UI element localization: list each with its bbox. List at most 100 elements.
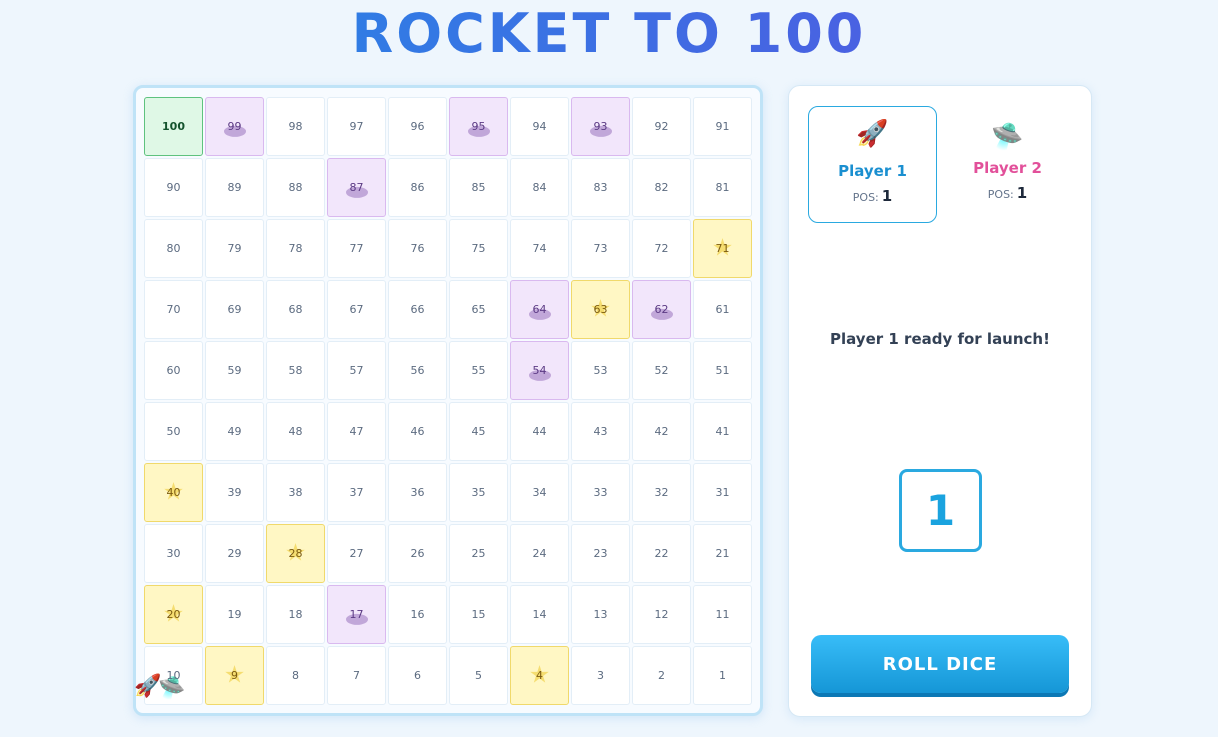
player-1-name: Player 1 [838, 162, 907, 180]
player-1-card: 🚀 Player 1 POS: 1 [808, 106, 937, 223]
cell-number: 88 [288, 181, 303, 194]
cell-number: 34 [532, 486, 547, 499]
board-cell-15: 15 [449, 585, 508, 644]
cell-number: 67 [349, 303, 364, 316]
board-cell-49: 49 [205, 402, 264, 461]
board-cell-37: 37 [327, 463, 386, 522]
cell-number: 17 [349, 608, 364, 621]
rocket-icon: 🚀 [856, 119, 889, 149]
board-cell-67: 67 [327, 280, 386, 339]
board-cell-32: 32 [632, 463, 691, 522]
cell-number: 12 [654, 608, 669, 621]
board-cell-36: 36 [388, 463, 447, 522]
cell-number: 94 [532, 120, 547, 133]
cell-number: 32 [654, 486, 669, 499]
cell-number: 63 [593, 303, 608, 316]
board-cell-63: ★ 63 [571, 280, 630, 339]
board-cell-54: 54 [510, 341, 569, 400]
board-cell-59: 59 [205, 341, 264, 400]
cell-number: 99 [227, 120, 242, 133]
board-cell-48: 48 [266, 402, 325, 461]
board-cell-52: 52 [632, 341, 691, 400]
cell-number: 84 [532, 181, 547, 194]
control-panel: 🚀 Player 1 POS: 1 🛸 Player 2 POS: 1 Player… [788, 85, 1092, 717]
board-cell-30: 30 [144, 524, 203, 583]
cell-number: 65 [471, 303, 486, 316]
board-cell-51: 51 [693, 341, 752, 400]
board-cell-89: 89 [205, 158, 264, 217]
board-cell-94: 94 [510, 97, 569, 156]
board-cell-91: 91 [693, 97, 752, 156]
cell-number: 44 [532, 425, 547, 438]
cell-number: 18 [288, 608, 303, 621]
board-cell-61: 61 [693, 280, 752, 339]
board-cell-93: 93 [571, 97, 630, 156]
board-cell-64: 64 [510, 280, 569, 339]
board-cell-85: 85 [449, 158, 508, 217]
cell-number: 9 [231, 669, 238, 682]
board-cell-84: 84 [510, 158, 569, 217]
cell-number: 85 [471, 181, 486, 194]
cell-number: 24 [532, 547, 547, 560]
player-1-position: POS: 1 [809, 187, 936, 205]
board-cell-72: 72 [632, 219, 691, 278]
roll-dice-button[interactable]: ROLL DICE [811, 635, 1069, 693]
board-cell-18: 18 [266, 585, 325, 644]
game-board: 100 99 98 97 96 95 94 93 92 91 90 89 88 87 86 85 84 83 82 8… [133, 85, 763, 716]
board-cell-40: ★ 40 [144, 463, 203, 522]
cell-number: 4 [536, 669, 543, 682]
cell-number: 87 [349, 181, 364, 194]
cell-number: 28 [288, 547, 303, 560]
board-cell-80: 80 [144, 219, 203, 278]
cell-number: 38 [288, 486, 303, 499]
cell-number: 89 [227, 181, 242, 194]
board-cell-86: 86 [388, 158, 447, 217]
board-cell-62: 62 [632, 280, 691, 339]
cell-number: 1 [719, 669, 726, 682]
board-cell-69: 69 [205, 280, 264, 339]
cell-number: 80 [166, 242, 181, 255]
board-cell-22: 22 [632, 524, 691, 583]
board-cell-99: 99 [205, 97, 264, 156]
board-cell-5: 5 [449, 646, 508, 705]
cell-number: 56 [410, 364, 425, 377]
cell-number: 95 [471, 120, 486, 133]
cell-number: 96 [410, 120, 425, 133]
dice[interactable]: 1 [899, 469, 982, 552]
cell-number: 60 [166, 364, 181, 377]
cell-number: 25 [471, 547, 486, 560]
board-cell-25: 25 [449, 524, 508, 583]
board-cell-50: 50 [144, 402, 203, 461]
cell-number: 57 [349, 364, 364, 377]
cell-number: 6 [414, 669, 421, 682]
cell-number: 75 [471, 242, 486, 255]
board-cell-81: 81 [693, 158, 752, 217]
board-cell-23: 23 [571, 524, 630, 583]
cell-number: 31 [715, 486, 730, 499]
cell-number: 86 [410, 181, 425, 194]
board-cell-7: 7 [327, 646, 386, 705]
cell-number: 27 [349, 547, 364, 560]
cell-number: 7 [353, 669, 360, 682]
cell-number: 69 [227, 303, 242, 316]
board-cell-38: 38 [266, 463, 325, 522]
board-cell-77: 77 [327, 219, 386, 278]
cell-number: 59 [227, 364, 242, 377]
cell-number: 49 [227, 425, 242, 438]
board-cell-73: 73 [571, 219, 630, 278]
board-cell-45: 45 [449, 402, 508, 461]
cell-number: 33 [593, 486, 608, 499]
board-cell-56: 56 [388, 341, 447, 400]
board-cell-57: 57 [327, 341, 386, 400]
cell-number: 97 [349, 120, 364, 133]
cell-number: 62 [654, 303, 669, 316]
board-cell-13: 13 [571, 585, 630, 644]
cell-number: 2 [658, 669, 665, 682]
board-cell-88: 88 [266, 158, 325, 217]
status-message: Player 1 ready for launch! [830, 330, 1050, 348]
cell-number: 36 [410, 486, 425, 499]
board-cell-29: 29 [205, 524, 264, 583]
cell-number: 42 [654, 425, 669, 438]
board-cell-34: 34 [510, 463, 569, 522]
cell-number: 21 [715, 547, 730, 560]
